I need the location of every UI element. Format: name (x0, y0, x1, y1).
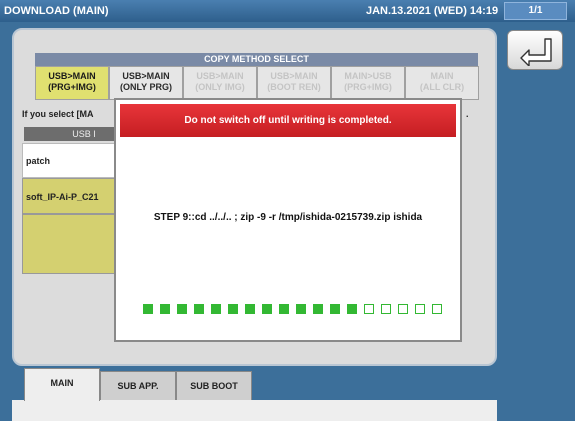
bottom-tab-strip (12, 400, 497, 421)
progress-dialog: Do not switch off until writing is compl… (114, 98, 462, 342)
copy-method-tab-line1: USB>MAIN (48, 71, 96, 81)
info-text-end: . (466, 109, 469, 119)
progress-segment-filled (262, 304, 272, 314)
page-indicator: 1/1 (504, 2, 567, 20)
progress-segment-filled (245, 304, 255, 314)
progress-segment-empty (381, 304, 391, 314)
progress-segment-filled (211, 304, 221, 314)
tab-main[interactable]: MAIN (24, 368, 100, 401)
copy-method-tab: MAIN (ALL CLR) (405, 66, 479, 100)
info-text: If you select [MA (22, 109, 94, 119)
copy-method-tab-line1: USB>MAIN (196, 71, 244, 81)
copy-method-tab[interactable]: USB>MAIN (ONLY PRG) (109, 66, 183, 100)
copy-method-tab-line2: (ALL CLR) (419, 82, 465, 92)
progress-segment-filled (279, 304, 289, 314)
copy-method-tab-line1: MAIN>USB (344, 71, 392, 81)
step-message: STEP 9::cd ../../.. ; zip -9 -r /tmp/ish… (153, 212, 423, 223)
warning-banner: Do not switch off until writing is compl… (120, 104, 456, 137)
date-time: JAN.13.2021 (WED) 14:19 (366, 5, 499, 17)
copy-method-tab-line2: (PRG+IMG) (48, 82, 96, 92)
progress-segment-filled (177, 304, 187, 314)
progress-segment-empty (432, 304, 442, 314)
tab-sub-boot[interactable]: SUB BOOT (176, 371, 252, 400)
progress-segment-empty (364, 304, 374, 314)
copy-method-tab-line1: USB>MAIN (122, 71, 170, 81)
progress-segment-filled (347, 304, 357, 314)
progress-segment-empty (398, 304, 408, 314)
copy-method-tab-line2: (ONLY IMG) (195, 82, 245, 92)
tab-sub-app[interactable]: SUB APP. (100, 371, 176, 400)
title-bar: DOWNLOAD (MAIN) JAN.13.2021 (WED) 14:19 … (0, 0, 575, 22)
copy-method-tab-line2: (ONLY PRG) (119, 82, 172, 92)
copy-method-tab: USB>MAIN (ONLY IMG) (183, 66, 257, 100)
progress-segment-empty (415, 304, 425, 314)
copy-method-tab: MAIN>USB (PRG+IMG) (331, 66, 405, 100)
return-arrow-icon (520, 38, 552, 66)
progress-segment-filled (330, 304, 340, 314)
copy-method-tab-line2: (PRG+IMG) (344, 82, 392, 92)
progress-bar (143, 304, 449, 316)
copy-method-header: COPY METHOD SELECT (35, 53, 478, 66)
copy-method-tab-line2: (BOOT REN) (267, 82, 321, 92)
progress-segment-filled (143, 304, 153, 314)
progress-segment-filled (296, 304, 306, 314)
back-button[interactable] (507, 30, 563, 70)
progress-segment-filled (194, 304, 204, 314)
progress-segment-filled (228, 304, 238, 314)
screen-title: DOWNLOAD (MAIN) (4, 5, 109, 17)
copy-method-tab-line1: MAIN (430, 71, 454, 81)
copy-method-tab[interactable]: USB>MAIN (PRG+IMG) (35, 66, 109, 100)
progress-segment-filled (160, 304, 170, 314)
progress-segment-filled (313, 304, 323, 314)
copy-method-tab: USB>MAIN (BOOT REN) (257, 66, 331, 100)
copy-method-tab-line1: USB>MAIN (270, 71, 318, 81)
